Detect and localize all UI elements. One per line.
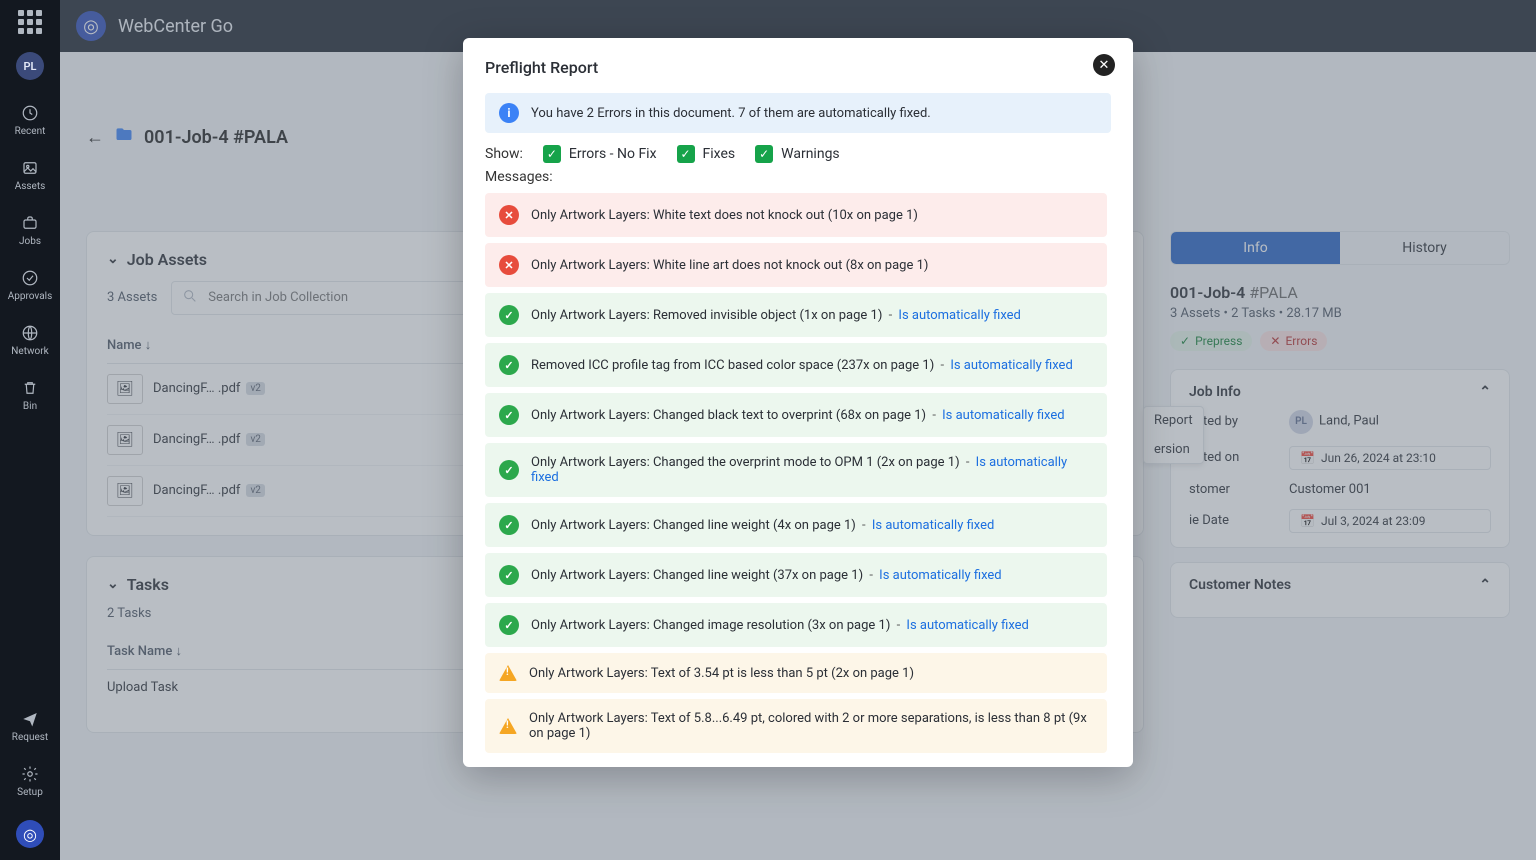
sidebar-item-label: Request bbox=[12, 732, 48, 743]
check-icon: ✓ bbox=[499, 355, 519, 375]
filter-row: Show: ✓Errors - No Fix ✓Fixes ✓Warnings bbox=[485, 145, 1111, 163]
sidebar-item-label: Approvals bbox=[8, 291, 52, 302]
check-icon: ✓ bbox=[499, 515, 519, 535]
sidebar-item-label: Jobs bbox=[19, 236, 41, 247]
sidebar-item-assets[interactable]: Assets bbox=[15, 157, 46, 192]
sidebar-item-approvals[interactable]: Approvals bbox=[8, 267, 52, 302]
sidebar-item-network[interactable]: Network bbox=[11, 322, 48, 357]
apps-grid-icon[interactable] bbox=[18, 10, 42, 34]
preflight-message-fix[interactable]: ✓ Only Artwork Layers: Changed image reso… bbox=[485, 603, 1107, 647]
auto-fixed-link[interactable]: Is automatically fixed bbox=[950, 358, 1072, 373]
auto-fixed-link[interactable]: Is automatically fixed bbox=[531, 455, 1067, 485]
message-text: Only Artwork Layers: Changed the overpri… bbox=[531, 455, 1093, 485]
preflight-message-fix[interactable]: ✓ Only Artwork Layers: Changed the overpr… bbox=[485, 443, 1107, 497]
preflight-message-fix[interactable]: ✓ Only Artwork Layers: Changed line weigh… bbox=[485, 553, 1107, 597]
error-icon: ✕ bbox=[499, 205, 519, 225]
auto-fixed-link[interactable]: Is automatically fixed bbox=[898, 308, 1020, 323]
sidebar-item-setup[interactable]: Setup bbox=[17, 763, 43, 798]
message-text: Only Artwork Layers: Text of 3.54 pt is … bbox=[529, 666, 914, 681]
checkbox-checked-icon: ✓ bbox=[543, 145, 561, 163]
sidebar-item-label: Network bbox=[11, 346, 48, 357]
warning-icon bbox=[499, 665, 517, 681]
filter-heading: Show: bbox=[485, 146, 523, 162]
image-icon bbox=[19, 157, 41, 179]
info-icon: i bbox=[499, 103, 519, 123]
preflight-message-fix[interactable]: ✓ Only Artwork Layers: Changed black text… bbox=[485, 393, 1107, 437]
auto-fixed-link[interactable]: Is automatically fixed bbox=[906, 618, 1028, 633]
globe-icon bbox=[19, 322, 41, 344]
preflight-message-error[interactable]: ✕ Only Artwork Layers: White text does no… bbox=[485, 193, 1107, 237]
sidebar-item-label: Bin bbox=[23, 401, 37, 412]
auto-fixed-link[interactable]: Is automatically fixed bbox=[872, 518, 994, 533]
check-icon: ✓ bbox=[499, 615, 519, 635]
message-text: Only Artwork Layers: Changed line weight… bbox=[531, 518, 994, 533]
left-sidebar: PL Recent Assets Jobs Approvals Network bbox=[0, 0, 60, 860]
sidebar-item-label: Assets bbox=[15, 181, 46, 192]
messages-heading: Messages: bbox=[485, 169, 1111, 185]
filter-errors-checkbox[interactable]: ✓Errors - No Fix bbox=[543, 145, 657, 163]
summary-text: You have 2 Errors in this document. 7 of… bbox=[531, 106, 931, 121]
check-icon: ✓ bbox=[499, 565, 519, 585]
sidebar-item-recent[interactable]: Recent bbox=[15, 102, 46, 137]
warning-icon bbox=[499, 718, 517, 734]
preflight-message-warn[interactable]: Only Artwork Layers: Text of 5.8...6.49 … bbox=[485, 699, 1107, 753]
messages-list: ✕ Only Artwork Layers: White text does no… bbox=[485, 193, 1111, 753]
preflight-message-fix[interactable]: ✓ Only Artwork Layers: Changed line weigh… bbox=[485, 503, 1107, 547]
sidebar-item-label: Recent bbox=[15, 126, 46, 137]
preflight-message-error[interactable]: ✕ Only Artwork Layers: White line art doe… bbox=[485, 243, 1107, 287]
check-icon: ✓ bbox=[499, 460, 519, 480]
brand-swirl-icon[interactable]: ◎ bbox=[16, 820, 44, 848]
filter-warnings-checkbox[interactable]: ✓Warnings bbox=[755, 145, 840, 163]
sidebar-item-jobs[interactable]: Jobs bbox=[19, 212, 41, 247]
message-text: Only Artwork Layers: Text of 5.8...6.49 … bbox=[529, 711, 1093, 741]
briefcase-icon bbox=[19, 212, 41, 234]
clock-icon bbox=[19, 102, 41, 124]
preflight-message-fix[interactable]: ✓ Only Artwork Layers: Removed invisible … bbox=[485, 293, 1107, 337]
checkbox-checked-icon: ✓ bbox=[677, 145, 695, 163]
error-icon: ✕ bbox=[499, 255, 519, 275]
message-text: Only Artwork Layers: White text does not… bbox=[531, 208, 918, 223]
filter-fixes-checkbox[interactable]: ✓Fixes bbox=[677, 145, 736, 163]
auto-fixed-link[interactable]: Is automatically fixed bbox=[879, 568, 1001, 583]
message-text: Only Artwork Layers: White line art does… bbox=[531, 258, 928, 273]
sidebar-item-label: Setup bbox=[17, 787, 43, 798]
sidebar-item-bin[interactable]: Bin bbox=[19, 377, 41, 412]
preflight-report-modal: Preflight Report ✕ i You have 2 Errors i… bbox=[463, 38, 1133, 767]
message-text: Only Artwork Layers: Changed line weight… bbox=[531, 568, 1002, 583]
close-icon[interactable]: ✕ bbox=[1093, 54, 1115, 76]
trash-icon bbox=[19, 377, 41, 399]
message-text: Only Artwork Layers: Removed invisible o… bbox=[531, 308, 1021, 323]
sidebar-item-request[interactable]: Request bbox=[12, 708, 48, 743]
modal-title: Preflight Report bbox=[485, 58, 1111, 77]
auto-fixed-link[interactable]: Is automatically fixed bbox=[942, 408, 1064, 423]
user-avatar[interactable]: PL bbox=[16, 52, 44, 80]
check-icon: ✓ bbox=[499, 405, 519, 425]
preflight-message-warn[interactable]: Only Artwork Layers: Text of 3.54 pt is … bbox=[485, 653, 1107, 693]
message-text: Only Artwork Layers: Changed black text … bbox=[531, 408, 1065, 423]
check-circle-icon bbox=[19, 267, 41, 289]
checkbox-checked-icon: ✓ bbox=[755, 145, 773, 163]
preflight-message-fix[interactable]: ✓ Removed ICC profile tag from ICC based … bbox=[485, 343, 1107, 387]
gear-icon bbox=[19, 763, 41, 785]
message-text: Removed ICC profile tag from ICC based c… bbox=[531, 358, 1073, 373]
send-icon bbox=[19, 708, 41, 730]
message-text: Only Artwork Layers: Changed image resol… bbox=[531, 618, 1029, 633]
summary-banner: i You have 2 Errors in this document. 7 … bbox=[485, 93, 1111, 133]
check-icon: ✓ bbox=[499, 305, 519, 325]
